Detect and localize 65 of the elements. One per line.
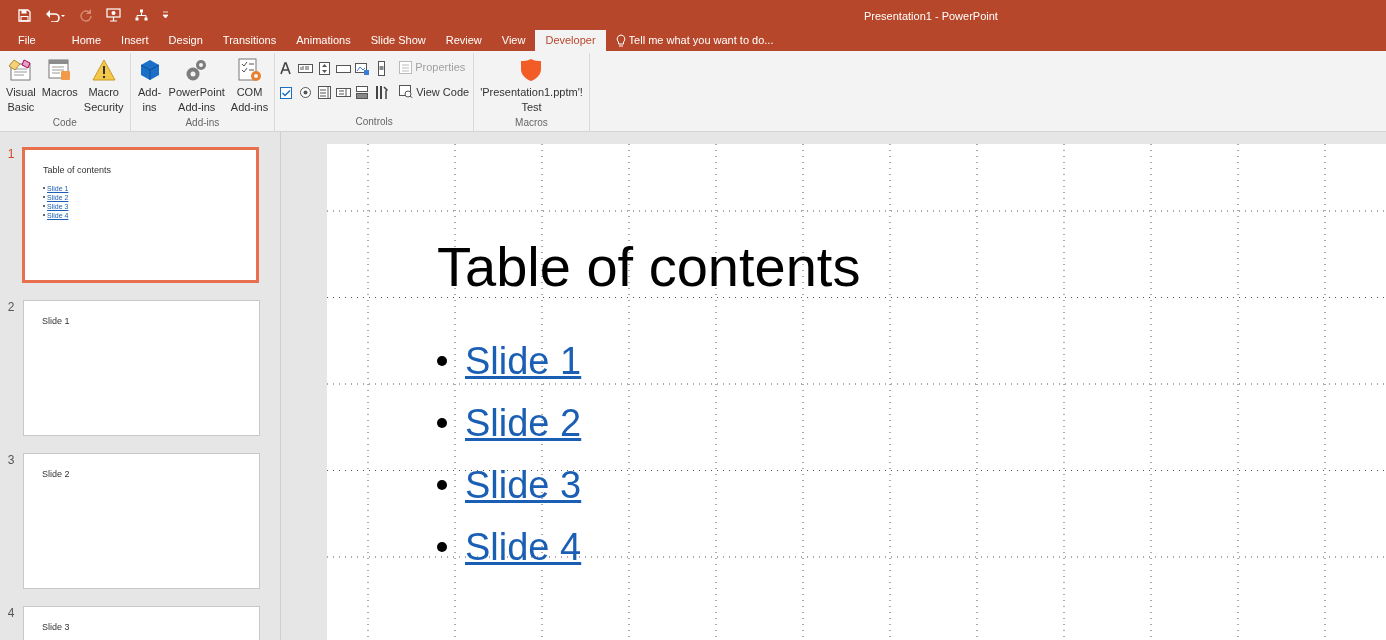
ribbon-tab[interactable]: Design <box>158 30 213 51</box>
radio-button-icon[interactable] <box>298 85 314 100</box>
slide-link[interactable]: Slide 3 <box>465 456 582 514</box>
bullet-icon <box>437 480 447 490</box>
slide-thumbnail[interactable]: Slide 1 <box>23 300 260 436</box>
group-label: Controls <box>355 115 393 129</box>
ribbon-tab[interactable]: Transitions <box>212 30 287 51</box>
spin-button-icon[interactable] <box>317 61 333 76</box>
list-box-icon[interactable] <box>317 85 333 100</box>
slide-title: Table of contents <box>437 234 862 300</box>
slide-thumbnail[interactable]: Slide 3 <box>23 606 260 640</box>
ribbon-button[interactable]: Macros <box>39 53 80 100</box>
slide-number: 2 <box>6 299 16 316</box>
bullet-icon <box>437 418 447 428</box>
slide-link[interactable]: Slide 1 <box>465 332 582 390</box>
thumbnail-title: Table of contents <box>43 164 113 177</box>
ribbon-button[interactable]: Add- ins <box>134 53 165 115</box>
ribbon-button[interactable]: Visual Basic <box>4 53 38 115</box>
toggle-button-icon[interactable] <box>355 85 371 100</box>
slide-link[interactable]: Slide 2 <box>465 394 582 452</box>
save-icon[interactable] <box>18 8 31 22</box>
more-controls-icon[interactable] <box>374 85 390 100</box>
presentation-icon[interactable] <box>106 8 121 22</box>
ribbon-button[interactable]: COM Add-ins <box>228 53 271 115</box>
code-window-icon <box>399 85 414 99</box>
macro-list-icon <box>46 58 73 82</box>
ribbon-button[interactable]: 'Presentation1.pptm'! Test <box>478 53 585 115</box>
ribbon-tab[interactable]: File <box>8 30 46 51</box>
slide-number: 1 <box>6 146 16 163</box>
hierarchy-icon[interactable] <box>135 9 148 21</box>
group-label: Add-ins <box>185 116 220 130</box>
script-document-icon <box>7 58 34 82</box>
combo-box-icon[interactable] <box>336 85 352 100</box>
ribbon-tab[interactable]: View <box>491 30 536 51</box>
ribbon-tab[interactable]: Review <box>435 30 492 51</box>
warning-icon <box>90 58 117 82</box>
search-field[interactable]: Tell me what you want to do... <box>628 32 829 49</box>
ribbon-tab[interactable]: Home <box>61 30 112 51</box>
slide-thumbnail[interactable]: Slide 2 <box>23 453 260 589</box>
group-label: Code <box>52 116 77 130</box>
text-box-control-icon[interactable] <box>298 61 314 76</box>
group-label: Macros <box>515 116 548 130</box>
ribbon-button[interactable]: Macro Security <box>81 53 126 115</box>
lightbulb-icon <box>615 34 626 47</box>
customize-caret-icon[interactable] <box>162 11 169 19</box>
slide-number: 4 <box>6 605 16 622</box>
ribbon-tab[interactable]: Slide Show <box>360 30 436 51</box>
thumbnail-title: Slide 3 <box>42 621 71 634</box>
bullet-icon <box>437 356 447 366</box>
window-title: Presentation1 - PowerPoint <box>864 9 998 24</box>
undo-icon[interactable] <box>45 8 65 22</box>
properties-icon <box>399 60 413 74</box>
slide-number: 3 <box>6 452 16 469</box>
ribbon-tab[interactable]: Developer <box>535 30 606 51</box>
thumbnail-title: Slide 1 <box>42 315 71 328</box>
image-control-icon[interactable] <box>355 61 371 76</box>
thumbnail-title: Slide 2 <box>42 468 71 481</box>
ribbon-tab[interactable]: Animations <box>286 30 361 51</box>
ribbon-command[interactable]: View Code <box>399 83 470 100</box>
checklist-gear-icon <box>236 58 263 82</box>
ribbon-button[interactable]: PowerPoint Add-ins <box>166 53 227 115</box>
slide-link[interactable]: Slide 4 <box>465 518 582 576</box>
bullet-icon <box>437 542 447 552</box>
ribbon-tab[interactable]: Insert <box>111 30 159 51</box>
checkbox-icon[interactable] <box>279 85 295 100</box>
